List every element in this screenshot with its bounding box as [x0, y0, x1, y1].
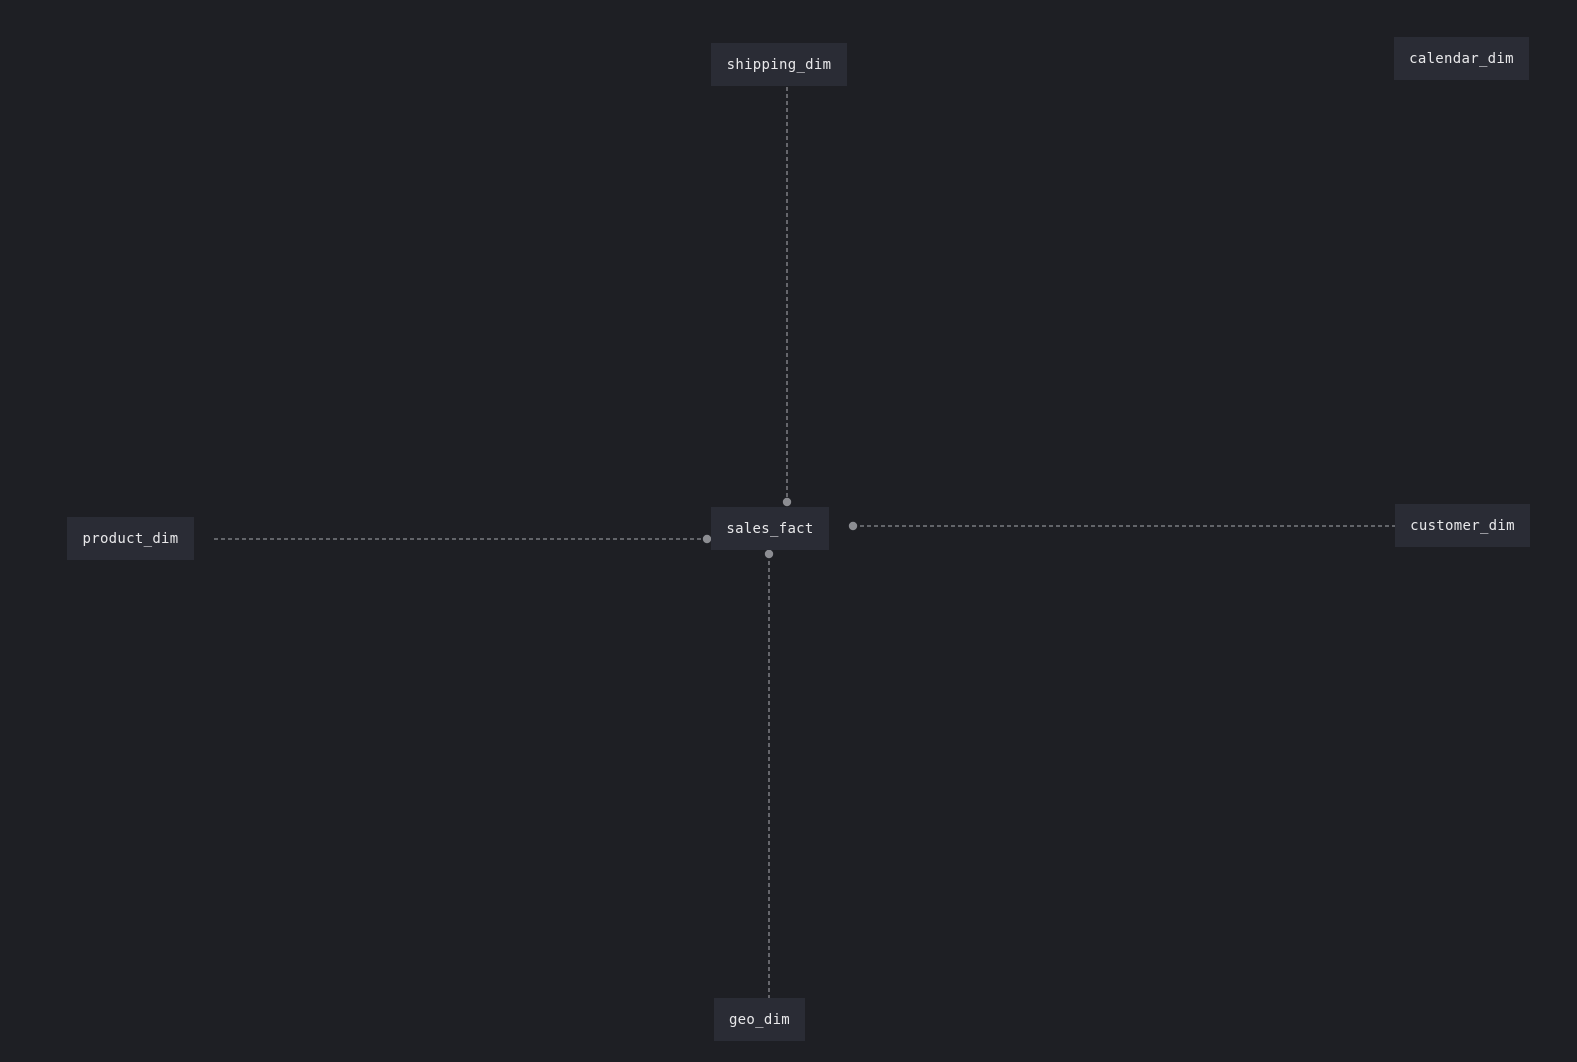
edge-endpoint-dot [764, 549, 774, 559]
node-label: sales_fact [726, 520, 814, 537]
node-label: geo_dim [728, 1011, 791, 1028]
node-label: calendar_dim [1409, 50, 1514, 67]
node-sales-fact[interactable]: sales_fact [711, 507, 829, 550]
edge-endpoint-dot [702, 534, 712, 544]
node-customer-dim[interactable]: customer_dim [1395, 504, 1530, 547]
node-product-dim[interactable]: product_dim [67, 517, 194, 560]
node-label: customer_dim [1410, 517, 1515, 534]
node-geo-dim[interactable]: geo_dim [714, 998, 805, 1041]
diagram-canvas[interactable]: shipping_dim calendar_dim sales_fact pro… [0, 0, 1577, 1062]
edge-endpoint-dot [848, 521, 858, 531]
edge-endpoint-dot [782, 497, 792, 507]
node-shipping-dim[interactable]: shipping_dim [711, 43, 847, 86]
node-calendar-dim[interactable]: calendar_dim [1394, 37, 1529, 80]
node-label: product_dim [82, 530, 179, 547]
node-label: shipping_dim [726, 56, 832, 73]
